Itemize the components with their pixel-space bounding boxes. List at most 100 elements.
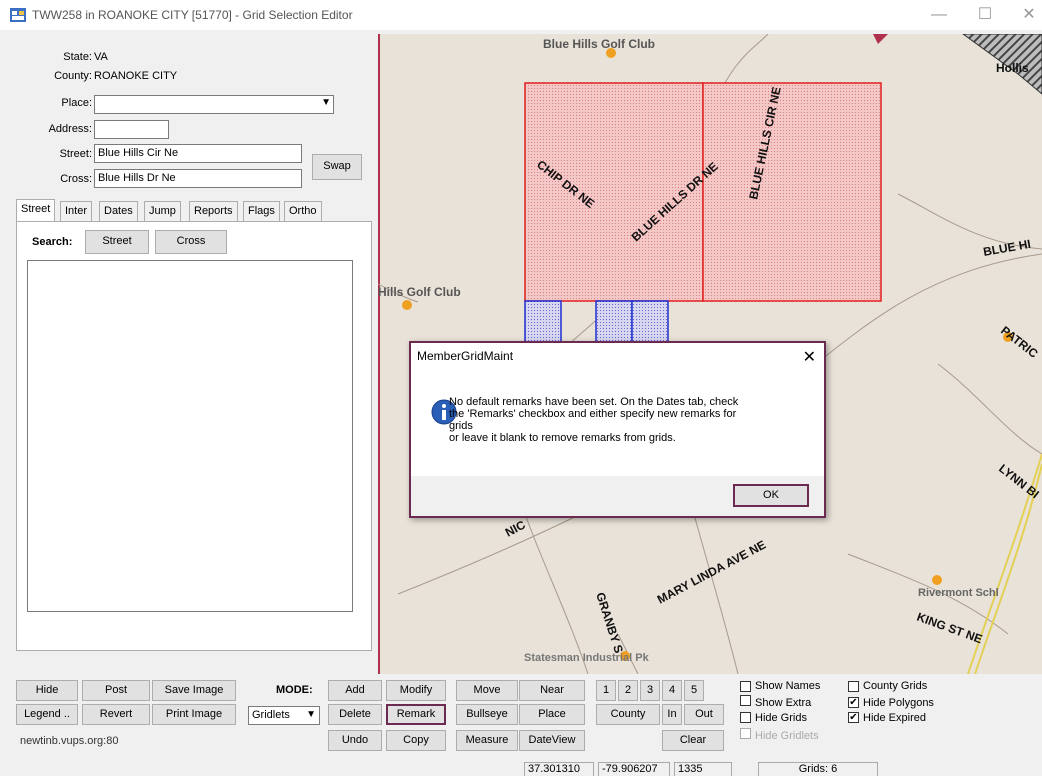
tab-jump[interactable]: Jump	[144, 201, 181, 221]
search-street-button[interactable]: Street	[85, 230, 149, 254]
minimize-button[interactable]: —	[924, 5, 954, 25]
near-button[interactable]: Near	[519, 680, 585, 701]
show-extra-label: Show Extra	[755, 697, 812, 709]
address-label: Address:	[48, 123, 92, 135]
server-label: newtinb.vups.org:80	[20, 735, 119, 747]
county-grids-checkbox[interactable]	[848, 681, 859, 692]
hide-gridlets-checkbox[interactable]	[740, 728, 751, 739]
place-label: Place:	[61, 97, 92, 109]
mode-label: MODE:	[276, 684, 313, 696]
dialog-message-line: grids	[449, 420, 473, 432]
modify-button[interactable]: Modify	[386, 680, 446, 701]
move-button[interactable]: Move	[456, 680, 518, 701]
hide-expired-checkbox[interactable]: ✔	[848, 712, 859, 723]
chevron-down-icon: ▼	[321, 97, 331, 108]
copy-button[interactable]: Copy	[386, 730, 446, 751]
longitude-readout: -79.906207	[598, 762, 670, 776]
print-image-button[interactable]: Print Image	[152, 704, 236, 725]
show-names-label: Show Names	[755, 680, 821, 692]
search-cross-button[interactable]: Cross	[155, 230, 227, 254]
status-bar	[0, 760, 1042, 776]
cross-field[interactable]: Blue Hills Dr Ne	[94, 169, 302, 188]
latitude-readout: 37.301310	[524, 762, 594, 776]
selected-gridlet[interactable]	[595, 300, 633, 347]
tab-reports[interactable]: Reports	[189, 201, 238, 221]
hide-polygons-checkbox[interactable]: ✔	[848, 697, 859, 708]
maximize-button[interactable]: ☐	[970, 5, 1000, 25]
dialog-message-line: the 'Remarks' checkbox and either specif…	[449, 408, 737, 420]
place-button[interactable]: Place	[519, 704, 585, 725]
poi-marker[interactable]	[402, 300, 412, 310]
poi-marker[interactable]	[932, 575, 942, 585]
dialog-footer: OK	[411, 476, 824, 516]
search-label: Search:	[32, 236, 73, 248]
add-button[interactable]: Add	[328, 680, 382, 701]
zoom-level-4-button[interactable]: 4	[662, 680, 682, 701]
window-title: TWW258 in ROANOKE CITY [51770] - Grid Se…	[32, 8, 353, 22]
boundary-line	[378, 34, 380, 674]
zoom-level-2-button[interactable]: 2	[618, 680, 638, 701]
county-button[interactable]: County	[596, 704, 660, 725]
selected-gridlet[interactable]	[631, 300, 669, 347]
show-names-checkbox[interactable]	[740, 681, 751, 692]
street-field[interactable]: Blue Hills Cir Ne	[94, 144, 302, 163]
ok-button[interactable]: OK	[733, 484, 809, 507]
show-extra-checkbox[interactable]	[740, 695, 751, 706]
hide-grids-label: Hide Grids	[755, 712, 807, 724]
title-bar: TWW258 in ROANOKE CITY [51770] - Grid Se…	[0, 0, 1042, 30]
county-value: ROANOKE CITY	[94, 70, 178, 82]
map-label: Hollis	[996, 61, 1029, 75]
map-label: Statesman Industrial Pk	[524, 652, 650, 664]
county-label: County:	[54, 70, 92, 82]
state-value: VA	[94, 51, 108, 63]
clear-button[interactable]: Clear	[662, 730, 724, 751]
zoom-level-3-button[interactable]: 3	[640, 680, 660, 701]
delete-button[interactable]: Delete	[328, 704, 382, 725]
zoom-out-button[interactable]: Out	[684, 704, 724, 725]
dialog-close-button[interactable]: ✕	[803, 347, 816, 367]
close-window-button[interactable]: ✕	[1014, 5, 1042, 25]
tab-flags[interactable]: Flags	[243, 201, 280, 221]
tab-inter[interactable]: Inter	[60, 201, 93, 221]
swap-button[interactable]: Swap	[312, 154, 362, 180]
zoom-level-1-button[interactable]: 1	[596, 680, 616, 701]
tab-ortho[interactable]: Ortho	[284, 201, 322, 221]
address-field[interactable]	[94, 120, 169, 139]
selected-grid[interactable]	[702, 82, 882, 302]
zoom-readout: 1335	[674, 762, 732, 776]
tab-dates[interactable]: Dates	[99, 201, 138, 221]
dialog-message-line: No default remarks have been set. On the…	[449, 396, 739, 408]
chevron-down-icon: ▼	[306, 709, 316, 720]
state-label: State:	[63, 51, 92, 63]
map-label: Hills Golf Club	[378, 285, 461, 299]
undo-button[interactable]: Undo	[328, 730, 382, 751]
search-results-list[interactable]	[27, 260, 353, 612]
zoom-level-5-button[interactable]: 5	[684, 680, 704, 701]
dialog-message-line: or leave it blank to remove remarks from…	[449, 432, 676, 444]
dateview-button[interactable]: DateView	[519, 730, 585, 751]
hide-polygons-label: Hide Polygons	[863, 697, 934, 709]
hide-gridlets-label: Hide Gridlets	[755, 730, 819, 742]
tab-street[interactable]: Street	[16, 199, 56, 222]
dialog-title: MemberGridMaint	[417, 349, 514, 363]
selected-gridlet[interactable]	[524, 300, 562, 347]
mode-value: Gridlets	[252, 709, 290, 721]
checkmark-icon: ✔	[849, 697, 858, 708]
county-grids-label: County Grids	[863, 680, 928, 692]
cross-label: Cross:	[60, 173, 92, 185]
measure-button[interactable]: Measure	[456, 730, 518, 751]
legend-button[interactable]: Legend ..	[16, 704, 78, 725]
revert-button[interactable]: Revert	[82, 704, 150, 725]
zoom-in-button[interactable]: In	[662, 704, 682, 725]
street-label: Street:	[59, 148, 92, 160]
remark-button[interactable]: Remark	[386, 704, 446, 725]
place-select[interactable]: ▼	[94, 95, 334, 114]
map-label: Rivermont Schl	[918, 587, 999, 599]
bullseye-button[interactable]: Bullseye	[456, 704, 518, 725]
hide-button[interactable]: Hide	[16, 680, 78, 701]
post-button[interactable]: Post	[82, 680, 150, 701]
hide-grids-checkbox[interactable]	[740, 712, 751, 723]
mode-select[interactable]: Gridlets ▼	[248, 706, 320, 725]
save-image-button[interactable]: Save Image	[152, 680, 236, 701]
dialog-message: No default remarks have been set. On the…	[449, 396, 794, 444]
